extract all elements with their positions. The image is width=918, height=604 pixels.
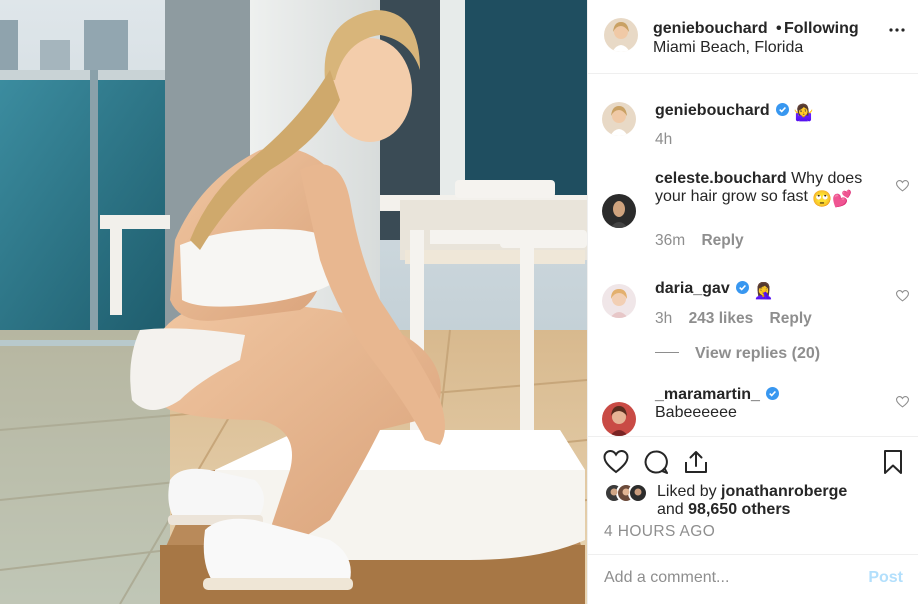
comment-emoji: 🙄💕 — [812, 191, 853, 208]
following-button[interactable]: Following — [784, 20, 859, 38]
comment-meta: 3h 243 likes Reply — [655, 310, 824, 328]
comment-avatar[interactable] — [602, 194, 636, 228]
comment-meta: 36m Reply — [655, 232, 756, 250]
caption-emoji: 🤷‍♀️ — [793, 105, 814, 122]
comment-body: Babeeeeee — [655, 404, 737, 421]
header-separator: • — [776, 20, 782, 37]
post-comment-button[interactable]: Post — [868, 569, 903, 587]
comment-avatar[interactable] — [602, 284, 636, 318]
caption-meta: 4h — [655, 131, 684, 149]
comment-text: celeste.bouchard Why does your hair grow… — [655, 170, 880, 209]
post-photo[interactable] — [0, 0, 587, 604]
liked-by-user[interactable]: jonathanroberge — [721, 483, 847, 500]
liked-by-avatars[interactable] — [604, 483, 656, 503]
comment-text: daria_gav 🤦‍♀️ — [655, 280, 880, 301]
liked-by-others[interactable]: 98,650 others — [688, 501, 790, 518]
share-icon[interactable] — [683, 449, 709, 475]
reply-button[interactable]: Reply — [701, 232, 743, 249]
comment-age[interactable]: 3h — [655, 310, 672, 327]
comment-avatar[interactable] — [602, 402, 636, 436]
post-timestamp[interactable]: 4 HOURS AGO — [604, 523, 715, 541]
comment-icon[interactable] — [643, 449, 669, 475]
view-replies-button[interactable]: View replies (20) — [655, 345, 820, 363]
heart-icon[interactable] — [603, 449, 629, 475]
view-replies-label: View replies (20) — [695, 345, 821, 362]
reply-button[interactable]: Reply — [770, 310, 812, 327]
caption-avatar[interactable] — [602, 102, 636, 136]
verified-badge-icon — [766, 387, 780, 400]
author-avatar[interactable] — [604, 18, 638, 52]
post-photo-illustration — [0, 0, 587, 604]
comment-likes[interactable]: 243 likes — [689, 310, 754, 327]
post-header: geniebouchard • Following Miami Beach, F… — [588, 0, 918, 74]
comment-text: _maramartin_ Babeeeeee — [655, 386, 880, 422]
caption-age[interactable]: 4h — [655, 131, 672, 148]
verified-badge-icon — [776, 103, 790, 116]
post-side-panel: geniebouchard • Following Miami Beach, F… — [587, 0, 918, 604]
add-comment-bar: Add a comment... Post — [588, 554, 918, 604]
like-comment-heart-icon[interactable] — [896, 396, 909, 408]
like-comment-heart-icon[interactable] — [896, 180, 909, 192]
location-link[interactable]: Miami Beach, Florida — [653, 39, 803, 57]
liked-by-conj: and — [657, 501, 684, 518]
comments-list[interactable]: geniebouchard 🤷‍♀️ 4h celeste.bouchard W… — [588, 74, 918, 436]
view-replies-divider — [655, 352, 679, 353]
verified-badge-icon — [736, 281, 750, 294]
liked-by-prefix: Liked by — [657, 483, 717, 500]
comment-emoji: 🤦‍♀️ — [753, 283, 774, 300]
comment-username[interactable]: daria_gav — [655, 280, 730, 297]
like-comment-heart-icon[interactable] — [896, 290, 909, 302]
comment-username[interactable]: celeste.bouchard — [655, 170, 787, 187]
comment-age[interactable]: 36m — [655, 232, 685, 249]
comment-username[interactable]: _maramartin_ — [655, 386, 760, 403]
bookmark-icon[interactable] — [880, 449, 906, 475]
author-username[interactable]: geniebouchard — [653, 20, 768, 38]
liked-by-text: Liked by jonathanroberge and 98,650 othe… — [657, 483, 847, 519]
caption-text: geniebouchard 🤷‍♀️ — [655, 102, 880, 123]
more-options-icon[interactable] — [889, 28, 905, 32]
caption-username[interactable]: geniebouchard — [655, 102, 770, 119]
comment-input[interactable]: Add a comment... — [604, 569, 729, 587]
instagram-post: geniebouchard • Following Miami Beach, F… — [0, 0, 918, 604]
